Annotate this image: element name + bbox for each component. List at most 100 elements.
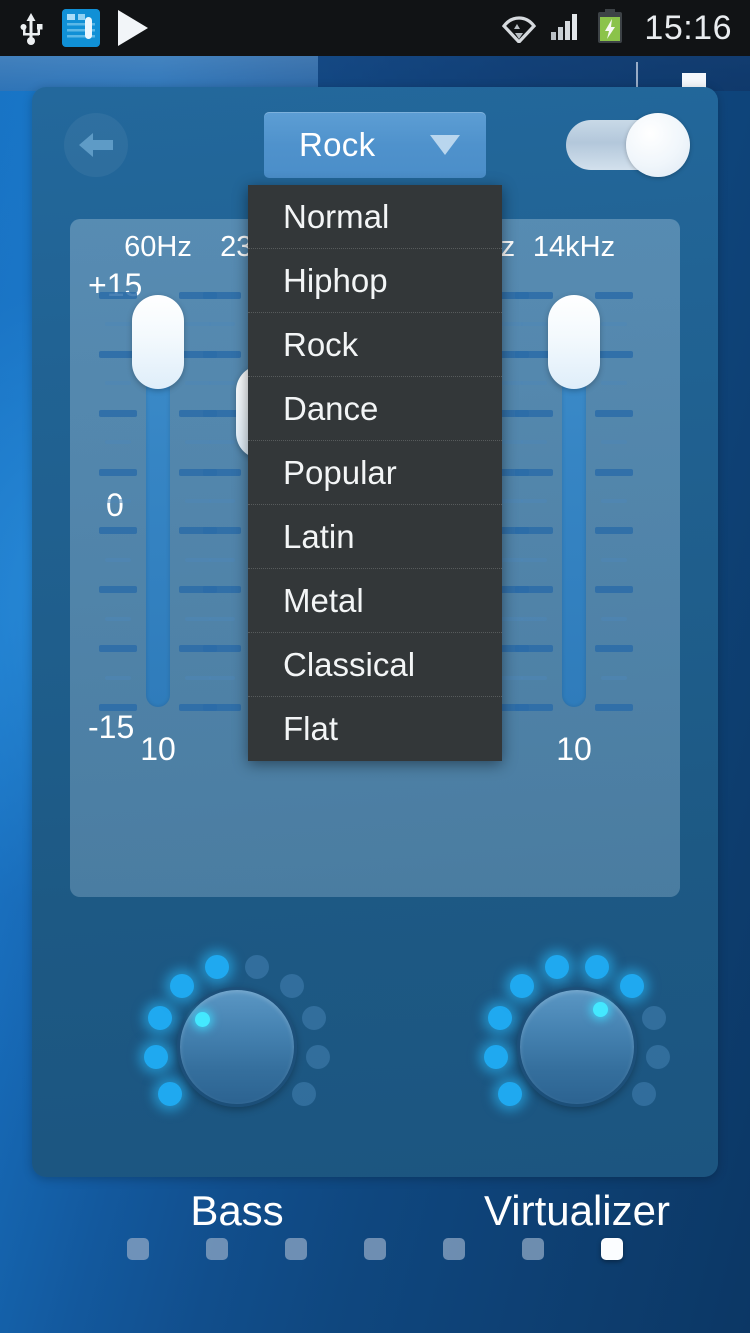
eq-scale-tick-minor [521,322,547,327]
eq-scale-tick-major [515,292,553,299]
eq-scale-tick-minor [601,557,627,562]
eq-scale-tick-minor [521,557,547,562]
eq-scale-tick-major [99,292,137,299]
eq-scale-tick-major [595,704,633,711]
knob-led-on [143,1045,168,1070]
knob-led-off [279,973,304,998]
preset-dropdown-menu[interactable]: Normal Hiphop Rock Dance Popular Latin Metal Cl… [248,185,502,761]
dropdown-item-dance[interactable]: Dance [248,377,502,441]
eq-scale-tick-minor [209,440,235,445]
virtualizer-knob-label: Virtualizer [484,1187,670,1234]
preset-selected-label: Rock [299,126,376,163]
equalizer-app-icon [62,9,100,47]
eq-band-value-label: 10 [556,731,592,767]
eq-scale-tick-minor [521,440,547,445]
dropdown-item-classical[interactable]: Classical [248,633,502,697]
eq-scale-tick-minor [105,499,131,503]
back-arrow-icon [77,130,115,160]
virtualizer-knob[interactable] [472,942,682,1152]
eq-scale-tick-minor [105,557,131,562]
eq-scale-tick-major [595,586,633,594]
eq-scale-tick-major [595,350,633,358]
eq-band: 14kHz 10 [513,219,635,897]
knob-led-on [510,973,535,998]
eq-scale-tick-major [203,645,241,653]
knob-led-on [205,955,230,980]
chevron-down-icon [430,135,460,155]
dropdown-item-flat[interactable]: Flat [248,697,502,761]
eq-scale-tick-major [515,527,553,535]
eq-scale-tick-minor [601,322,627,327]
knob-led-on [584,955,609,980]
wifi-icon [502,9,537,48]
knob-led-off [306,1045,331,1070]
eq-scale-tick-major [595,292,633,299]
page-dot[interactable] [364,1238,386,1260]
usb-icon [18,11,44,45]
eq-scale-tick-minor [209,322,235,327]
battery-charging-icon [596,8,624,48]
page-dot[interactable] [443,1238,465,1260]
play-icon [118,10,148,46]
eq-scale-tick-minor [209,499,235,503]
dropdown-item-popular[interactable]: Popular [248,441,502,505]
eq-scale-tick-minor [105,675,131,680]
eq-scale-tick-minor [209,675,235,680]
eq-scale-tick-minor [209,557,235,562]
eq-scale-tick-major [515,409,553,417]
back-button[interactable] [64,113,128,177]
dropdown-item-rock[interactable]: Rock [248,313,502,377]
eq-scale-tick-minor [105,616,131,621]
eq-band-slider-thumb[interactable] [132,295,184,389]
phone-screen: 15:16 Rock +15 0 -15 60Hz10230Hz [0,0,750,1333]
page-dot[interactable] [522,1238,544,1260]
eq-scale-tick-major [203,704,241,711]
eq-scale-tick-minor [105,381,131,386]
knob-led-on [619,973,644,998]
preset-dropdown-button[interactable]: Rock [264,112,486,178]
eq-scale-tick-minor [521,675,547,680]
knob-led-off [646,1045,671,1070]
eq-scale-tick-major [99,409,137,417]
eq-scale-tick-major [99,468,137,476]
eq-scale-tick-minor [209,616,235,621]
knob-dial[interactable] [177,987,297,1107]
eq-scale-tick-major [515,586,553,594]
eq-scale-tick-major [203,350,241,358]
dropdown-item-hiphop[interactable]: Hiphop [248,249,502,313]
page-dot[interactable] [206,1238,228,1260]
eq-scale-tick-minor [601,616,627,621]
eq-scale-tick-minor [601,381,627,386]
wallpaper-band-right [318,55,750,91]
eq-band-frequency-label: 14kHz [532,231,616,263]
page-indicator [0,1238,750,1260]
eq-scale-tick-major [203,292,241,299]
page-dot[interactable] [285,1238,307,1260]
status-bar-left [18,9,148,47]
dropdown-item-metal[interactable]: Metal [248,569,502,633]
knob-led-off [632,1082,657,1107]
knob-dial[interactable] [517,987,637,1107]
knob-led-on [170,973,195,998]
page-dot-active[interactable] [601,1238,623,1260]
status-bar: 15:16 [0,0,750,56]
signal-icon [549,10,583,47]
knob-led-on [488,1006,513,1031]
equalizer-power-toggle[interactable] [566,113,690,177]
eq-band-slider-thumb[interactable] [548,295,600,389]
eq-scale-tick-major [203,468,241,476]
eq-scale-tick-major [99,586,137,594]
knob-led-on [497,1082,522,1107]
page-dot[interactable] [127,1238,149,1260]
knob-led-on [148,1006,173,1031]
dropdown-item-normal[interactable]: Normal [248,185,502,249]
eq-scale-tick-minor [601,499,627,503]
knob-led-off [244,955,269,980]
eq-scale-tick-minor [601,440,627,445]
knob-led-off [301,1006,326,1031]
dropdown-item-latin[interactable]: Latin [248,505,502,569]
eq-scale-tick-minor [209,381,235,386]
bass-knob[interactable] [132,942,342,1152]
eq-scale-tick-minor [105,440,131,445]
eq-scale-tick-major [595,409,633,417]
